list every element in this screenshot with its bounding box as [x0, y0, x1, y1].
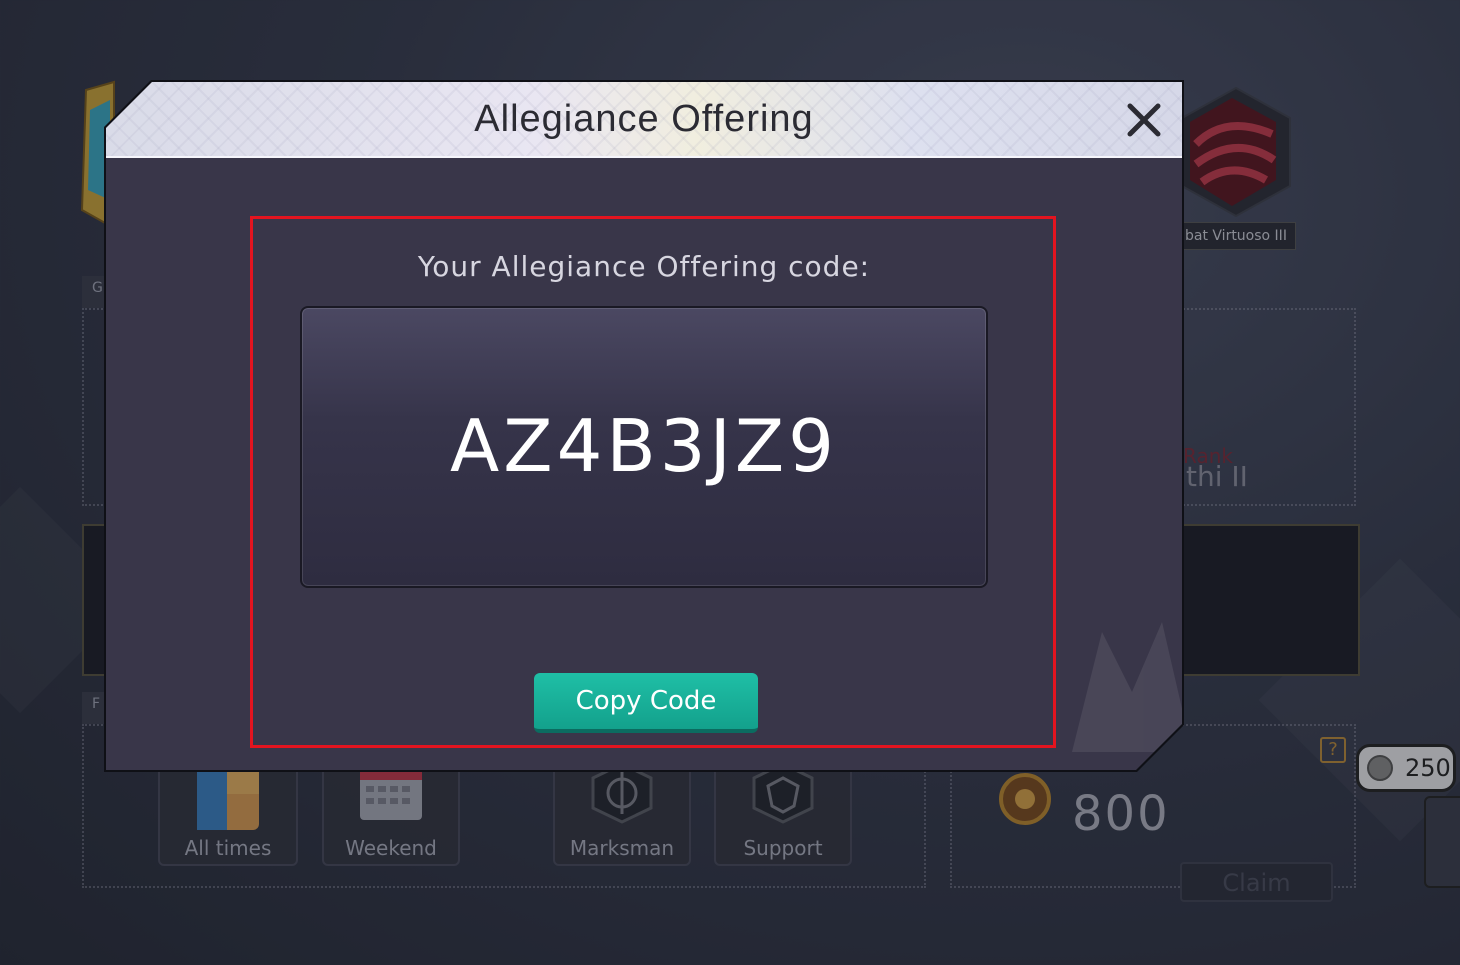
highlight-frame [250, 216, 1056, 748]
modal-title: Allegiance Offering [474, 98, 814, 140]
allegiance-offering-modal: Allegiance Offering Your Allegiance Offe… [106, 82, 1182, 770]
close-icon [1122, 98, 1166, 142]
close-button[interactable] [1122, 98, 1166, 142]
modal-header: Allegiance Offering [106, 82, 1182, 158]
